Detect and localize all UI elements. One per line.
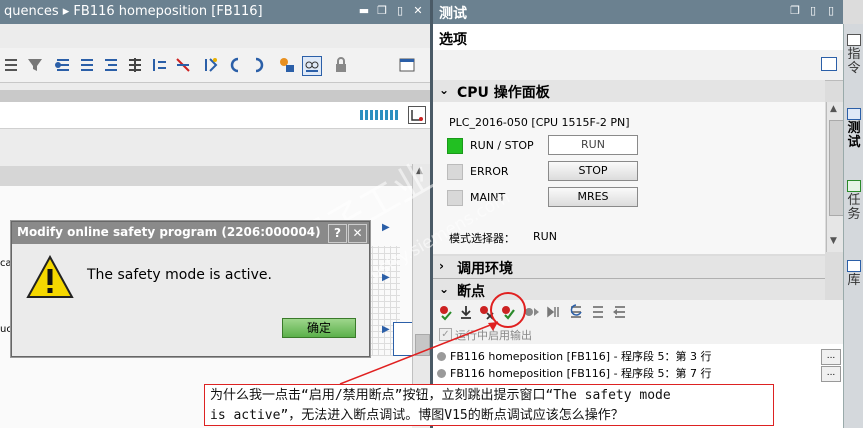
step-out-icon[interactable] xyxy=(589,303,607,321)
network-insert-icon[interactable] xyxy=(54,56,72,74)
scroll-up-icon[interactable]: ▲ xyxy=(830,104,837,114)
branch-arrow-icon[interactable]: ▶ xyxy=(382,272,390,283)
shapes-icon[interactable] xyxy=(278,56,296,74)
task-card-tabs: 指令 测试 任务 库 xyxy=(843,24,863,428)
scroll-thumb[interactable] xyxy=(829,120,844,216)
editor-title: quences ▸ FB116 homeposition [FB116] xyxy=(4,4,263,19)
close-icon[interactable]: ▯ xyxy=(825,5,837,17)
run-stop-led xyxy=(447,138,463,154)
breakpoints-title: 断点 xyxy=(457,284,485,300)
question-line-1: 为什么我一点击“启用/禁用断点”按钮，立刻跳出提示窗口“The safety m… xyxy=(210,388,671,403)
tab-libraries[interactable]: 库 xyxy=(846,274,862,288)
breakpoints-header[interactable]: ⌄ 断点 xyxy=(433,279,825,302)
prev-bookmark-icon[interactable] xyxy=(226,56,244,74)
options-label: 选项 xyxy=(439,32,467,48)
network-view-icon[interactable] xyxy=(408,106,426,124)
funnel-icon[interactable] xyxy=(26,56,44,74)
error-label: ERROR xyxy=(470,165,509,178)
open-all-icon[interactable] xyxy=(102,56,120,74)
breakpoint-more-button[interactable]: ... xyxy=(821,366,841,382)
breakpoint-more-button[interactable]: ... xyxy=(821,349,841,365)
restore-icon[interactable]: ❐ xyxy=(376,5,388,17)
branch-arrow-icon[interactable]: ▶ xyxy=(382,222,390,233)
mode-selector-value: RUN xyxy=(533,230,557,243)
chevron-down-icon[interactable]: ⌄ xyxy=(439,282,449,296)
lock-icon[interactable] xyxy=(332,56,350,74)
options-bar: 选项 xyxy=(433,24,843,51)
step-over-icon[interactable] xyxy=(545,303,563,321)
maint-led xyxy=(447,190,463,206)
close-all-icon[interactable] xyxy=(126,56,144,74)
question-line-2: is active”，无法进入断点调试。博图V15的断点调试应该怎么操作？ xyxy=(210,408,624,423)
cpu-panel-title: CPU 操作面板 xyxy=(457,85,550,101)
step-into-icon[interactable] xyxy=(567,303,585,321)
cpu-panel-scrollbar[interactable]: ▲ ▼ xyxy=(826,102,844,252)
scroll-down-icon[interactable]: ▼ xyxy=(830,236,837,246)
safety-mode-dialog: Modify online safety program (2206:00000… xyxy=(11,221,370,357)
restore-icon[interactable]: ❐ xyxy=(789,5,801,17)
continue-icon[interactable] xyxy=(611,303,629,321)
next-bookmark-icon[interactable] xyxy=(250,56,268,74)
call-env-header[interactable]: › 调用环境 xyxy=(433,256,825,279)
tab-icon xyxy=(847,180,861,192)
test-panel-title-bar: 测试 ❐ ▯ ▯ xyxy=(433,0,843,24)
call-env-title: 调用环境 xyxy=(457,261,513,277)
editor-title-bar: quences ▸ FB116 homeposition [FB116] ▬ ❐… xyxy=(0,0,430,24)
maximize-icon[interactable]: ▯ xyxy=(807,5,819,17)
chevron-right-icon[interactable]: › xyxy=(439,259,444,273)
dialog-title-bar: Modify online safety program (2206:00000… xyxy=(12,222,369,244)
tab-icon xyxy=(847,34,861,46)
cpu-panel-body: PLC_2016-050 [CPU 1515F-2 PN] RUN / STOP… xyxy=(433,102,825,254)
zoom-indicator xyxy=(360,110,400,120)
error-led xyxy=(447,164,463,180)
network-delete-icon[interactable] xyxy=(78,56,96,74)
dialog-title: Modify online safety program (2206:00000… xyxy=(17,225,321,239)
editor-strip xyxy=(0,90,430,102)
monitoring-icon[interactable] xyxy=(302,56,322,76)
tab-instructions[interactable]: 指令 xyxy=(846,48,862,76)
tab-tasks[interactable]: 任务 xyxy=(846,194,862,222)
maximize-icon[interactable]: ▯ xyxy=(394,5,406,17)
bookmark-icon[interactable] xyxy=(202,56,220,74)
maint-label: MAINT xyxy=(470,191,506,204)
tab-icon xyxy=(847,108,861,120)
dialog-close-button[interactable]: ✕ xyxy=(348,224,367,243)
plc-name: PLC_2016-050 [CPU 1515F-2 PN] xyxy=(449,116,630,129)
close-icon[interactable]: ✕ xyxy=(412,5,424,17)
list-icon[interactable] xyxy=(2,56,20,74)
warning-icon xyxy=(26,255,74,298)
run-button[interactable]: RUN xyxy=(548,135,638,155)
question-annotation: 为什么我一点击“启用/禁用断点”按钮，立刻跳出提示窗口“The safety m… xyxy=(204,384,774,426)
tab-icon xyxy=(847,260,861,272)
test-panel-title: 测试 xyxy=(439,6,467,22)
mres-button[interactable]: MRES xyxy=(548,187,638,207)
panel-layout-icon[interactable] xyxy=(398,56,416,74)
ladder-cut-label: ca xyxy=(0,258,12,269)
symbol-icon[interactable] xyxy=(174,56,192,74)
dialog-message: The safety mode is active. xyxy=(87,267,272,283)
absolute-icon[interactable] xyxy=(150,56,168,74)
mode-selector-label: 模式选择器： xyxy=(449,232,515,245)
cpu-panel-header[interactable]: ⌄ CPU 操作面板 xyxy=(433,80,825,103)
panel-layout-icon[interactable] xyxy=(821,57,837,71)
scroll-up-icon[interactable]: ▲ xyxy=(416,166,423,176)
tab-testing[interactable]: 测试 xyxy=(846,122,862,150)
network-header xyxy=(0,166,430,186)
annotation-arrow xyxy=(339,321,499,385)
help-button[interactable]: ? xyxy=(328,224,347,243)
chevron-down-icon[interactable]: ⌄ xyxy=(439,83,449,97)
stop-button[interactable]: STOP xyxy=(548,161,638,181)
minimize-icon[interactable]: ▬ xyxy=(358,5,370,17)
test-panel-toolbar xyxy=(433,50,843,81)
editor-toolbar xyxy=(0,48,430,83)
run-stop-label: RUN / STOP xyxy=(470,139,534,152)
block-interface-bar xyxy=(0,102,430,129)
